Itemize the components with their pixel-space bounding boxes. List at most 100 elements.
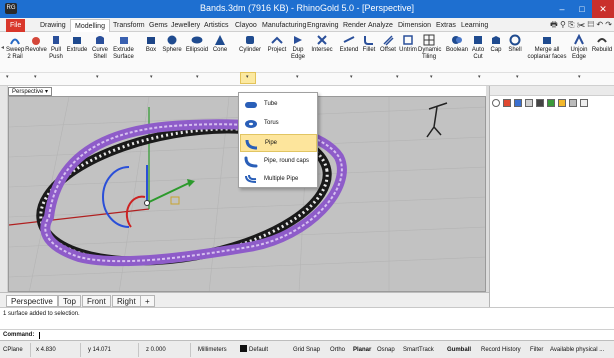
auto-cut-button[interactable]: Auto Cut	[470, 34, 486, 60]
unjoin-edge-button[interactable]: Unjoin Edge	[568, 34, 590, 60]
menu-item-pipe[interactable]: Pipe	[240, 134, 317, 152]
status-osnap[interactable]: Osnap	[377, 345, 395, 355]
merge-coplanar-faces-button[interactable]: Merge all coplanar faces	[527, 34, 567, 60]
status-gumball[interactable]: Gumball	[447, 345, 471, 355]
maximize-button[interactable]: □	[572, 0, 592, 18]
status-units[interactable]: Millimeters	[198, 345, 227, 355]
copy-icon[interactable]: ⎘	[568, 20, 574, 29]
help-icon[interactable]	[579, 99, 588, 107]
chevron-down-icon[interactable]: ▾	[6, 74, 9, 80]
status-planar[interactable]: Planar	[353, 345, 371, 355]
color-icon[interactable]	[502, 99, 511, 107]
tab-right[interactable]: Right	[112, 295, 141, 307]
pull-push-button[interactable]: Pull Push	[46, 34, 66, 60]
cap-button[interactable]: Cap	[488, 34, 504, 54]
status-smarttrack[interactable]: SmartTrack	[403, 345, 434, 355]
tab-dimension[interactable]: Dimension	[394, 19, 435, 32]
minimize-button[interactable]: –	[552, 0, 572, 18]
settings-icon[interactable]	[568, 99, 577, 107]
tab-engraving[interactable]: Engraving	[303, 19, 343, 32]
untrim-button[interactable]: Untrim	[398, 34, 418, 54]
material-icon[interactable]	[535, 99, 544, 107]
chevron-down-icon[interactable]: ▾	[96, 74, 99, 80]
pin-icon[interactable]: ⚲	[560, 20, 566, 29]
tab-artistics[interactable]: Artistics	[200, 19, 233, 32]
chevron-down-icon[interactable]: ▾	[350, 74, 353, 80]
tab-transform[interactable]: Transform	[109, 19, 149, 32]
tab-extras[interactable]: Extras	[432, 19, 460, 32]
chevron-down-icon[interactable]: ▾	[150, 74, 153, 80]
rebuild-button[interactable]: Rebuild	[591, 34, 613, 54]
status-layer[interactable]: Default	[240, 345, 268, 355]
tab-perspective[interactable]: Perspective	[6, 295, 58, 307]
light-icon[interactable]	[557, 99, 566, 107]
sphere-button[interactable]: Sphere	[160, 34, 184, 54]
tab-learning[interactable]: Learning	[457, 19, 492, 32]
add-viewport-tab-button[interactable]: +	[140, 295, 155, 307]
object-icon[interactable]	[546, 99, 555, 107]
panel-toolbar[interactable]	[492, 99, 612, 109]
chevron-down-icon[interactable]: ▾	[296, 74, 299, 80]
ribbon-scroll-left-icon[interactable]: ◂	[1, 44, 4, 51]
cylinder-button[interactable]: Cylinder	[238, 34, 262, 54]
offset-button[interactable]: Offset	[378, 34, 398, 54]
chevron-down-icon[interactable]: ▾	[45, 89, 48, 95]
shell-button[interactable]: Shell	[506, 34, 524, 54]
tab-drawing[interactable]: Drawing	[36, 19, 70, 32]
curve-shell-button[interactable]: Curve Shell	[89, 34, 111, 60]
close-button[interactable]: ✕	[592, 0, 614, 18]
display-icon[interactable]	[524, 99, 533, 107]
redo-icon[interactable]: ↷	[605, 20, 612, 29]
print-icon[interactable]: 🖶	[550, 20, 558, 29]
cut-icon[interactable]: ✂	[577, 20, 586, 29]
undo-icon[interactable]: ↶	[596, 20, 603, 29]
tab-top[interactable]: Top	[58, 295, 81, 307]
chevron-down-icon[interactable]: ▾	[246, 74, 249, 80]
menu-item-tube[interactable]: Tube	[240, 96, 317, 114]
chevron-down-icon[interactable]: ▾	[396, 74, 399, 80]
boolean-button[interactable]: Boolean	[446, 34, 468, 54]
revolve-button[interactable]: Revolve	[25, 34, 47, 54]
fillet-button[interactable]: Fillet	[360, 34, 378, 54]
tab-file[interactable]: File	[6, 19, 26, 32]
menu-item-pipe-round-caps[interactable]: Pipe, round caps	[240, 153, 317, 171]
dynamic-tiling-button[interactable]: Dynamic Tiling	[418, 34, 441, 60]
project-button[interactable]: Project	[266, 34, 288, 54]
extrude-button[interactable]: Extrude	[66, 34, 88, 54]
status-cplane[interactable]: CPlane	[3, 345, 23, 355]
sweep-2-rail-button[interactable]: Sweep 2 Rail	[6, 34, 24, 60]
gumball-rotate-arc-blue[interactable]	[102, 166, 130, 228]
dup-edge-button[interactable]: Dup Edge	[288, 34, 308, 60]
chevron-down-icon[interactable]: ▾	[516, 74, 519, 80]
gem-icon[interactable]	[492, 99, 500, 107]
chevron-down-icon[interactable]: ▾	[196, 74, 199, 80]
chevron-down-icon[interactable]: ▾	[478, 74, 481, 80]
chevron-down-icon[interactable]: ▾	[578, 74, 581, 80]
status-grid-snap[interactable]: Grid Snap	[293, 345, 320, 355]
quick-access-toolbar[interactable]: 🖶 ⚲ ⎘ ✂ ▤ ↶ ↷	[550, 19, 612, 33]
tab-jewellery[interactable]: Jewellery	[167, 19, 204, 32]
status-ortho[interactable]: Ortho	[330, 345, 345, 355]
menu-item-torus[interactable]: Torus	[240, 115, 317, 133]
status-filter[interactable]: Filter	[530, 345, 543, 355]
tab-front[interactable]: Front	[82, 295, 111, 307]
tab-modelling[interactable]: Modelling	[70, 19, 110, 32]
gumball-plane-handle[interactable]	[170, 196, 180, 205]
chevron-down-icon[interactable]: ▾	[34, 74, 37, 80]
box-button[interactable]: Box	[142, 34, 160, 54]
extend-button[interactable]: Extend	[338, 34, 360, 54]
command-line[interactable]: Command:	[0, 329, 614, 340]
extrude-surface-button[interactable]: Extrude Surface	[111, 34, 136, 60]
gumball-center[interactable]	[144, 200, 150, 206]
chevron-down-icon[interactable]: ▾	[430, 74, 433, 80]
tab-analyze[interactable]: Analyze	[364, 19, 397, 32]
status-record-history[interactable]: Record History	[481, 345, 521, 355]
layers-icon[interactable]	[513, 99, 522, 107]
viewport-title[interactable]: Perspective ▾	[8, 87, 53, 96]
cone-button[interactable]: Cone	[210, 34, 230, 54]
ellipsoid-button[interactable]: Ellipsoid	[184, 34, 210, 54]
intersect-button[interactable]: Intersec	[310, 34, 334, 54]
paste-icon[interactable]: ▤	[587, 20, 594, 29]
tab-clayoo[interactable]: Clayoo	[231, 19, 261, 32]
menu-item-multiple-pipe[interactable]: Multiple Pipe	[240, 171, 317, 189]
